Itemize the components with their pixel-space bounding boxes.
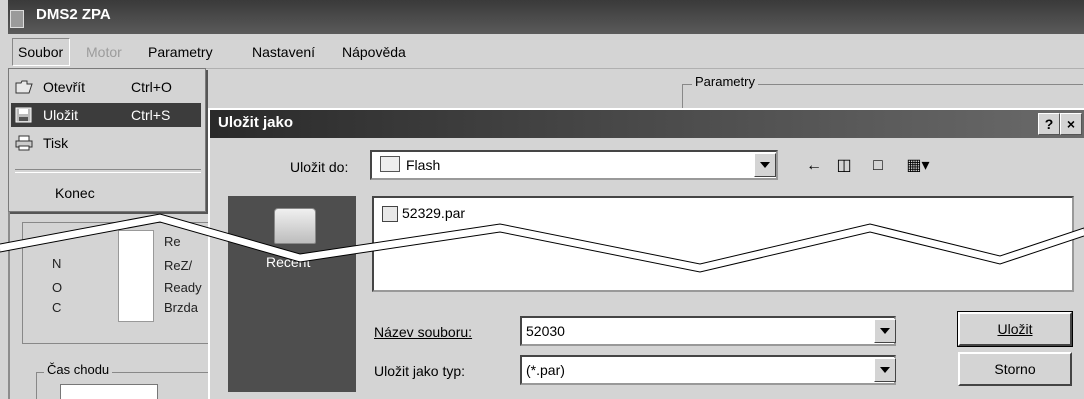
filetype-dropdown-button[interactable] — [874, 358, 896, 382]
filetype-select[interactable] — [520, 355, 896, 385]
file-list-item[interactable]: 52329.par — [402, 205, 465, 221]
menu-item-print[interactable]: Tisk — [11, 131, 201, 155]
folder-icon — [380, 156, 400, 172]
menu-nastaveni[interactable]: Nastavení — [252, 44, 315, 60]
par-file-icon — [382, 206, 398, 222]
menu-parametry[interactable]: Parametry — [148, 44, 213, 60]
menu-item-exit[interactable]: Konec — [11, 181, 201, 205]
back-arrow-icon[interactable]: ← — [804, 157, 824, 175]
filetype-label: Uložit jako typ: — [374, 363, 466, 379]
menu-soubor[interactable]: Soubor — [18, 44, 63, 60]
menu-item-open-label: Otevřít — [43, 79, 86, 95]
status-code-n: N — [52, 256, 62, 271]
status-label-brzda: Brzda — [164, 300, 198, 315]
places-recent-label[interactable]: Recent — [266, 254, 310, 270]
file-menu-dropdown: Otevřít Ctrl+O Uložit Ctrl+S Tisk Konec — [8, 68, 206, 212]
menu-separator — [15, 169, 201, 173]
filename-label: Název souboru: — [374, 324, 472, 340]
menu-motor: Motor — [86, 44, 122, 60]
status-label-ready: Ready — [164, 280, 202, 295]
save-button-label: Uložit — [997, 321, 1033, 337]
menu-item-open-shortcut: Ctrl+O — [131, 79, 172, 95]
menu-item-save[interactable]: Uložit Ctrl+S — [11, 103, 201, 127]
dialog-title: Uložit jako — [218, 114, 294, 131]
filename-label-text: Název souboru: — [374, 324, 473, 340]
save-in-label: Uložit do: — [290, 159, 349, 175]
help-button[interactable]: ? — [1038, 113, 1060, 135]
save-button[interactable]: Uložit — [957, 311, 1073, 347]
status-indicator-strip — [118, 230, 154, 322]
menu-item-save-shortcut: Ctrl+S — [131, 107, 171, 123]
printer-icon — [15, 135, 33, 151]
menu-item-open[interactable]: Otevřít Ctrl+O — [11, 75, 201, 99]
view-menu-icon[interactable]: ▦▾ — [900, 157, 936, 175]
floppy-disk-icon — [15, 107, 33, 123]
app-icon — [10, 10, 24, 28]
status-code-c: C — [52, 300, 62, 315]
cas-chodu-label: Čas chodu — [44, 362, 113, 377]
status-label-re: Re — [164, 234, 181, 249]
screenshot: DMS2 ZPA Soubor Motor Parametry Nastaven… — [0, 0, 1084, 399]
menu-item-print-label: Tisk — [43, 135, 69, 151]
status-code-o: O — [52, 280, 63, 295]
up-folder-icon[interactable]: ◫ — [834, 157, 854, 175]
cancel-button[interactable]: Storno — [958, 352, 1072, 386]
status-label-rez: ReZ/ — [164, 258, 193, 273]
save-in-value: Flash — [406, 157, 441, 173]
menu-bar: Soubor Motor Parametry Nastavení Nápověd… — [8, 34, 1084, 69]
dialog-title-bar — [210, 110, 1084, 138]
cas-chodu-field — [60, 384, 158, 399]
app-title: DMS2 ZPA — [36, 6, 111, 23]
open-folder-icon — [15, 79, 33, 95]
menu-item-exit-label: Konec — [55, 185, 95, 201]
recent-folder-icon[interactable] — [274, 208, 316, 244]
parametry-group-label: Parametry — [692, 74, 758, 89]
menu-napoveda[interactable]: Nápověda — [342, 44, 406, 60]
new-folder-icon[interactable]: □ — [868, 157, 888, 175]
file-list[interactable] — [372, 196, 1074, 292]
menu-item-save-label: Uložit — [43, 107, 79, 123]
filename-value[interactable]: 52030 — [526, 323, 565, 339]
save-in-dropdown-button[interactable] — [754, 153, 776, 177]
filename-input[interactable] — [520, 316, 896, 346]
close-button[interactable]: × — [1060, 113, 1082, 135]
filename-dropdown-button[interactable] — [874, 319, 896, 343]
app-title-bar: DMS2 ZPA — [8, 0, 1084, 34]
filetype-value[interactable]: (*.par) — [526, 362, 565, 378]
